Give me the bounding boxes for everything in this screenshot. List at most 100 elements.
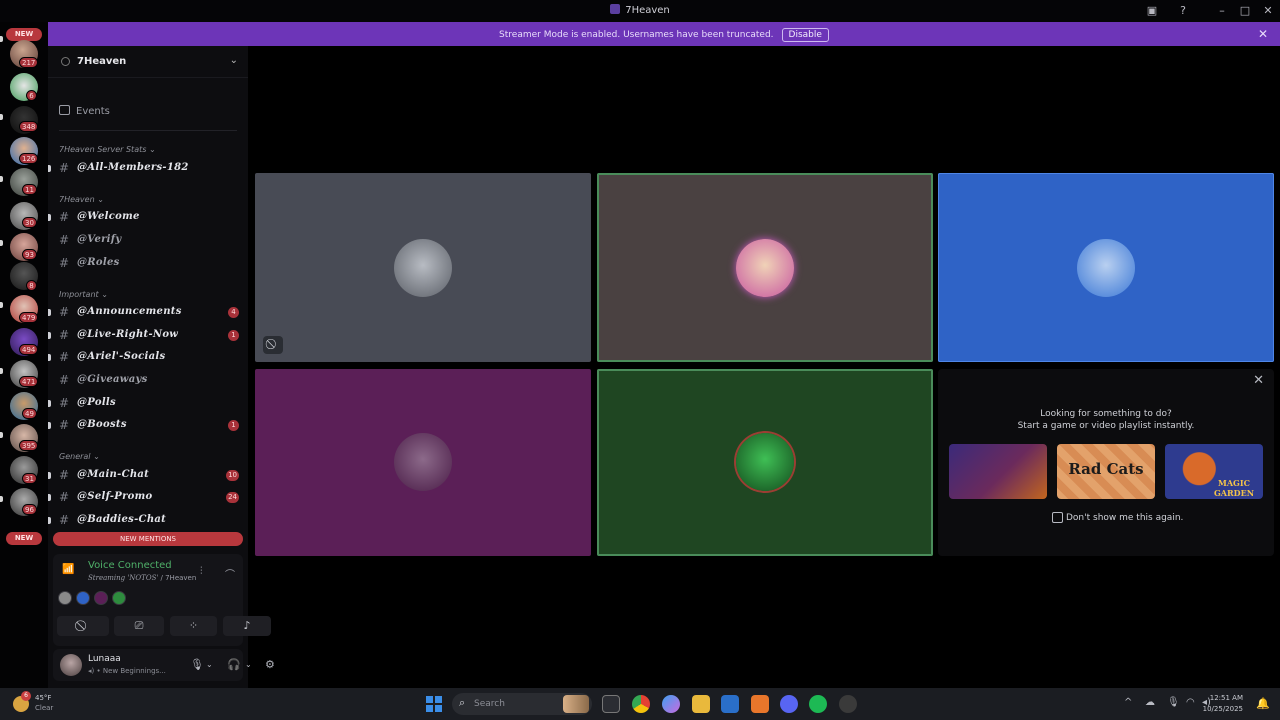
mention-badge: 24 (226, 492, 239, 503)
channel-verify[interactable]: # @Verify (59, 232, 241, 250)
participant-avatar[interactable] (112, 591, 126, 605)
notification-bell-icon[interactable]: 🔔 (1256, 697, 1270, 710)
guild-mention-badge: 11 (22, 184, 37, 195)
channel-name: @All-Members-182 (77, 162, 189, 173)
camera-off-button[interactable]: ⃠ (57, 616, 109, 636)
noise-suppression-icon[interactable]: ⫶ (200, 566, 203, 577)
camera-off-icon[interactable]: ⃠ (263, 336, 283, 354)
voice-status[interactable]: Voice Connected (88, 560, 172, 571)
dont-show-again-checkbox[interactable] (1052, 512, 1063, 523)
guild-mention-badge: 30 (22, 217, 37, 228)
channel-baddies-chat[interactable]: # @Baddies-Chat (48, 512, 241, 530)
new-unread-pill-bottom[interactable]: NEW (6, 532, 42, 545)
participant-avatar[interactable] (94, 591, 108, 605)
app-icon[interactable] (839, 695, 857, 713)
user-name[interactable]: Lunaaa (88, 654, 121, 664)
activity-prompt-subtitle: Start a game or video playlist instantly… (1017, 421, 1195, 431)
category-important[interactable]: Important ⌄ (59, 290, 108, 299)
chrome-icon[interactable] (632, 695, 650, 713)
chevron-down-icon[interactable]: ⌄ (230, 55, 238, 66)
category-label: 7Heaven (59, 195, 95, 204)
close-banner-icon[interactable]: ✕ (1258, 27, 1268, 41)
activities-button[interactable]: ⁘ (170, 616, 217, 636)
channel-giveaways[interactable]: # @Giveaways (59, 372, 241, 390)
mic-options-chevron-icon[interactable]: ⌄ (206, 660, 213, 669)
participant-tile[interactable] (255, 369, 591, 556)
channel-boosts[interactable]: # @Boosts 1 (48, 417, 241, 435)
chevron-up-icon[interactable]: ^ (1124, 697, 1132, 708)
banner-message-row: Streamer Mode is enabled. Usernames have… (48, 28, 1280, 42)
help-icon[interactable]: ? (1175, 3, 1191, 19)
category-main[interactable]: 7Heaven ⌄ (59, 195, 104, 204)
participant-tile[interactable] (597, 369, 933, 556)
unread-indicator (48, 165, 51, 172)
close-icon[interactable]: ✕ (1253, 373, 1264, 388)
game-card-rad-cats[interactable]: Rad Cats (1057, 444, 1155, 499)
unread-indicator (0, 36, 3, 42)
channel-self-promo[interactable]: # @Self-Promo 24 (48, 489, 241, 507)
text-channel-icon: # (59, 396, 70, 410)
copilot-icon[interactable] (662, 695, 680, 713)
participant-tile[interactable] (597, 173, 933, 362)
channel-live-right-now[interactable]: # @Live-Right-Now 1 (48, 327, 241, 345)
disable-streamer-mode-button[interactable]: Disable (781, 28, 829, 42)
cloud-icon[interactable]: ☁ (1145, 697, 1155, 708)
channel-main-chat[interactable]: # @Main-Chat 10 (48, 467, 241, 485)
microphone-tray-icon[interactable]: 🎙 (1167, 697, 1180, 708)
channel-welcome[interactable]: # @Welcome (48, 209, 241, 227)
wifi-icon[interactable]: ◠ (1186, 697, 1195, 708)
participant-tile[interactable] (938, 173, 1274, 362)
category-server-stats[interactable]: 7Heaven Server Stats ⌄ (59, 145, 156, 154)
channel-ariel-socials[interactable]: # @Ariel'-Socials (48, 349, 241, 367)
unread-indicator (48, 309, 51, 316)
category-general[interactable]: General ⌄ (59, 452, 100, 461)
participant-avatar[interactable] (58, 591, 72, 605)
channel-name: @Main-Chat (77, 469, 150, 480)
participant-avatar[interactable] (76, 591, 90, 605)
discord-icon[interactable] (780, 695, 798, 713)
soundboard-button[interactable]: ♪ (223, 616, 271, 636)
voice-connection-panel: 📶 Voice Connected Streaming 'NOTOS' / 7H… (53, 554, 271, 646)
spotify-icon[interactable] (809, 695, 827, 713)
channel-name: @Roles (77, 257, 120, 268)
task-view-icon[interactable] (602, 695, 620, 713)
title-bar: 7Heaven ▣ ? – □ ✕ (0, 0, 1280, 22)
text-channel-icon: # (59, 490, 70, 504)
channel-roles[interactable]: # @Roles (59, 255, 241, 273)
unread-indicator (0, 176, 3, 182)
start-button[interactable] (426, 696, 442, 712)
new-mentions-button[interactable]: NEW MENTIONS (53, 532, 243, 546)
channel-all-members[interactable]: # @All-Members-182 (48, 160, 241, 178)
weather-condition: Clear (35, 704, 54, 712)
gear-icon[interactable]: ⚙ (265, 658, 275, 671)
participant-avatar (736, 433, 794, 491)
game-card-magic-garden[interactable]: MAGIC GARDEN (1165, 444, 1263, 499)
app-icon[interactable] (751, 695, 769, 713)
user-status: New Beginnings... (102, 667, 166, 675)
guild-mention-badge: 494 (19, 344, 39, 355)
participant-tile[interactable]: ⃠ (255, 173, 591, 362)
store-icon[interactable] (721, 695, 739, 713)
channel-name: @Baddies-Chat (77, 514, 167, 525)
channel-polls[interactable]: # @Polls (48, 395, 241, 413)
user-avatar[interactable] (60, 654, 82, 676)
close-window-icon[interactable]: ✕ (1260, 3, 1276, 19)
maximize-icon[interactable]: □ (1237, 3, 1253, 19)
headphones-icon[interactable]: 🎧 (227, 658, 241, 671)
inbox-icon[interactable]: ▣ (1144, 3, 1160, 19)
clock-date: 10/25/2025 (1202, 705, 1243, 713)
unread-indicator (48, 494, 51, 501)
channel-announcements[interactable]: # @Announcements 4 (48, 304, 241, 322)
audio-options-chevron-icon[interactable]: ⌄ (245, 660, 252, 669)
disconnect-icon[interactable]: ⌒ (225, 566, 235, 581)
minimize-icon[interactable]: – (1214, 3, 1230, 19)
signal-icon[interactable]: 📶 (62, 564, 74, 575)
screen-share-button[interactable]: ⎚ (114, 616, 164, 636)
server-header[interactable]: 7Heaven ⌄ (48, 46, 248, 78)
game-card-1[interactable] (949, 444, 1047, 499)
events-item[interactable]: Events (59, 105, 110, 117)
file-explorer-icon[interactable] (692, 695, 710, 713)
banner-message: Streamer Mode is enabled. Usernames have… (499, 30, 774, 40)
microphone-icon[interactable]: 🎙 (190, 658, 204, 671)
system-clock[interactable]: 12:51 AM 10/25/2025 (1203, 693, 1243, 715)
